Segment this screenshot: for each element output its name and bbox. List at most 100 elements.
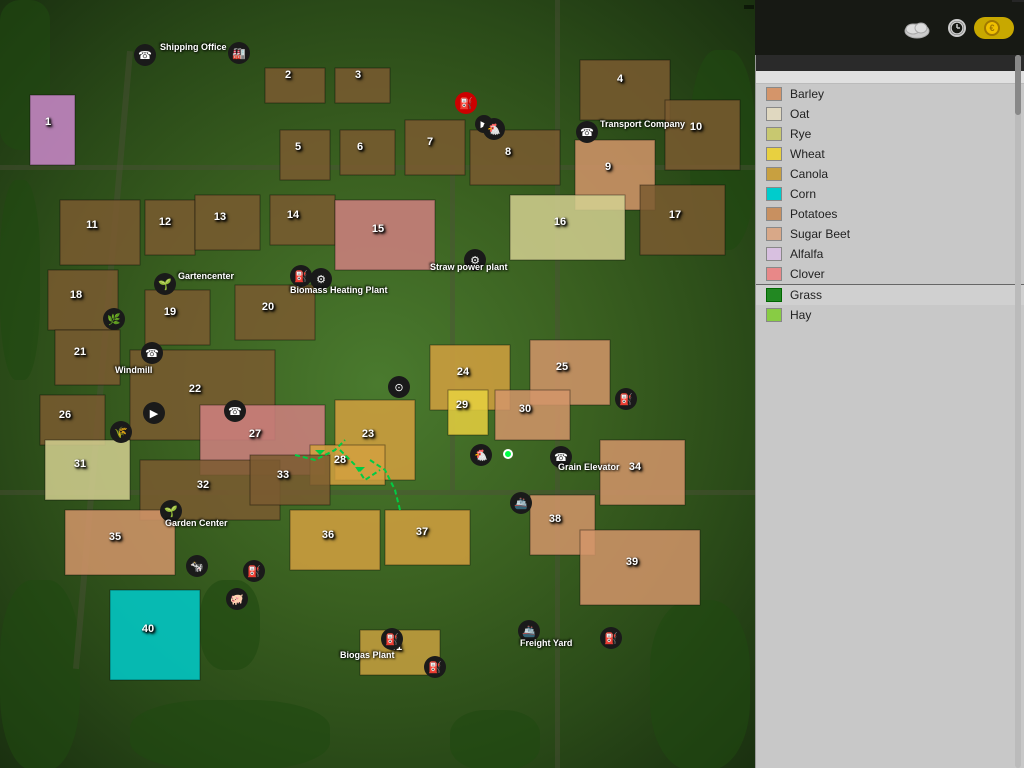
poi-silo2: ⊙ bbox=[388, 376, 410, 398]
poi-ship: 🚢 bbox=[510, 492, 532, 514]
legend-scrollbar[interactable] bbox=[1014, 55, 1022, 768]
player-marker bbox=[503, 449, 513, 459]
poi-phone-grain: ☎ bbox=[550, 446, 572, 468]
poi-fuel-1: ⛽ bbox=[455, 92, 477, 114]
fruit-item-wheat: Wheat bbox=[756, 144, 1024, 164]
fruit-label-wheat: Wheat bbox=[790, 147, 825, 161]
road bbox=[450, 165, 455, 490]
poi-fuel-2: ⛽ bbox=[290, 265, 312, 287]
poi-phone2: ☎ bbox=[224, 400, 246, 422]
hud-bar: € bbox=[755, 0, 1024, 55]
fuel-icon7: ⛽ bbox=[604, 632, 618, 645]
gear-icon: ⚙ bbox=[316, 273, 326, 286]
poi-fuel-3: ⛽ bbox=[615, 388, 637, 410]
poi-flag2: ▶ bbox=[143, 402, 165, 424]
fruit-label-oat: Oat bbox=[790, 107, 809, 121]
forest-patch bbox=[0, 0, 50, 150]
fuel-icon4: ⛽ bbox=[247, 565, 261, 578]
poi-fuel-4: ⛽ bbox=[243, 560, 265, 582]
weather-icon bbox=[902, 17, 932, 39]
coin-icon: € bbox=[984, 20, 1000, 36]
fuel-icon2: ⛽ bbox=[294, 270, 308, 283]
poi-tree: 🌿 bbox=[103, 308, 125, 330]
fruit-item-corn: Corn bbox=[756, 184, 1024, 204]
forest-patch bbox=[690, 50, 755, 250]
ship-icon: 🚢 bbox=[514, 497, 528, 510]
color-swatch-hay bbox=[766, 308, 782, 322]
silo-icon2: ⊙ bbox=[394, 381, 403, 394]
tree-icon: 🌿 bbox=[107, 313, 121, 326]
coordinates-display bbox=[744, 5, 754, 9]
clock-icon bbox=[948, 19, 966, 37]
forest-patch bbox=[650, 600, 750, 768]
poi-shipping-office: ☎ bbox=[134, 44, 156, 66]
forest-patch bbox=[130, 700, 330, 768]
poi-cow: 🐄 bbox=[186, 555, 208, 577]
poi-sickle: 🌾 bbox=[110, 421, 132, 443]
fruit-item-rye: Rye bbox=[756, 124, 1024, 144]
color-swatch-barley bbox=[766, 87, 782, 101]
forest-patch bbox=[0, 180, 40, 380]
fruit-item-potatoes: Potatoes bbox=[756, 204, 1024, 224]
fuel-icon: ⛽ bbox=[459, 97, 473, 110]
poi-straw: ⚙ bbox=[464, 249, 486, 271]
fruit-item-clover: Clover bbox=[756, 264, 1024, 284]
fuel-icon6: ⛽ bbox=[428, 661, 442, 674]
fruit-item-hay: Hay bbox=[756, 305, 1024, 325]
fruit-item-canola: Canola bbox=[756, 164, 1024, 184]
poi-ship2: 🚢 bbox=[518, 620, 540, 642]
fuel-icon5: ⛽ bbox=[385, 633, 399, 646]
phone-icon4: ☎ bbox=[554, 451, 568, 464]
cow-icon: 🐄 bbox=[190, 560, 204, 573]
poi-fuel-5: ⛽ bbox=[381, 628, 403, 650]
poi-silo: 🏭 bbox=[228, 42, 250, 64]
scrollbar-thumb[interactable] bbox=[1015, 55, 1021, 115]
forest-patch bbox=[450, 710, 540, 768]
road bbox=[0, 165, 755, 170]
color-swatch-wheat bbox=[766, 147, 782, 161]
fruit-item-barley: Barley bbox=[756, 84, 1024, 104]
sickle-icon: 🌾 bbox=[114, 426, 128, 439]
poi-gartencenter: 🌱 bbox=[154, 273, 176, 295]
fruit-item-sugar beet: Sugar Beet bbox=[756, 224, 1024, 244]
silo-icon: 🏭 bbox=[232, 47, 246, 60]
color-swatch-corn bbox=[766, 187, 782, 201]
fruit-label-potatoes: Potatoes bbox=[790, 207, 837, 221]
garden-icon: 🌱 bbox=[158, 278, 172, 291]
corner-badge bbox=[1012, 0, 1024, 2]
straw-icon: ⚙ bbox=[470, 254, 480, 267]
forest-patch bbox=[0, 580, 80, 768]
overlay-title bbox=[756, 55, 1024, 71]
poi-pig: 🐖 bbox=[226, 588, 248, 610]
overlay-panel: Barley Oat Rye Wheat CanolaCorn Potatoes Sugar… bbox=[755, 55, 1024, 768]
color-swatch-sugar beet bbox=[766, 227, 782, 241]
pig-icon: 🐖 bbox=[230, 593, 244, 606]
fruit-item-oat: Oat bbox=[756, 104, 1024, 124]
fruit-label-clover: Clover bbox=[790, 267, 825, 281]
color-swatch-grass bbox=[766, 288, 782, 302]
poi-transport: ☎ bbox=[576, 121, 598, 143]
color-swatch-clover bbox=[766, 267, 782, 281]
road bbox=[0, 490, 755, 495]
color-swatch-canola bbox=[766, 167, 782, 181]
fruit-label-barley: Barley bbox=[790, 87, 824, 101]
color-swatch-alfalfa bbox=[766, 247, 782, 261]
phone-icon2: ☎ bbox=[580, 126, 594, 139]
fruit-item-alfalfa: Alfalfa bbox=[756, 244, 1024, 264]
fruit-list: Barley Oat Rye Wheat CanolaCorn Potatoes Sugar… bbox=[756, 84, 1024, 325]
scrollbar-track bbox=[1015, 55, 1021, 768]
fuel-icon3: ⛽ bbox=[619, 393, 633, 406]
phone-icon: ☎ bbox=[138, 49, 152, 62]
phone-icon5: ☎ bbox=[228, 405, 242, 418]
fruit-label-grass: Grass bbox=[790, 288, 822, 302]
game-map: 1234567891011121314151617181920212223242… bbox=[0, 0, 755, 768]
poi-fuel-6: ⛽ bbox=[424, 656, 446, 678]
poi-gear: ⚙ bbox=[310, 268, 332, 290]
money-display: € bbox=[974, 17, 1014, 39]
poi-chicken2: 🐔 bbox=[470, 444, 492, 466]
garden-icon2: 🌱 bbox=[164, 505, 178, 518]
chicken-icon2: 🐔 bbox=[474, 449, 488, 462]
fruit-types-title bbox=[756, 71, 1024, 84]
color-swatch-potatoes bbox=[766, 207, 782, 221]
fruit-label-sugar beet: Sugar Beet bbox=[790, 227, 850, 241]
